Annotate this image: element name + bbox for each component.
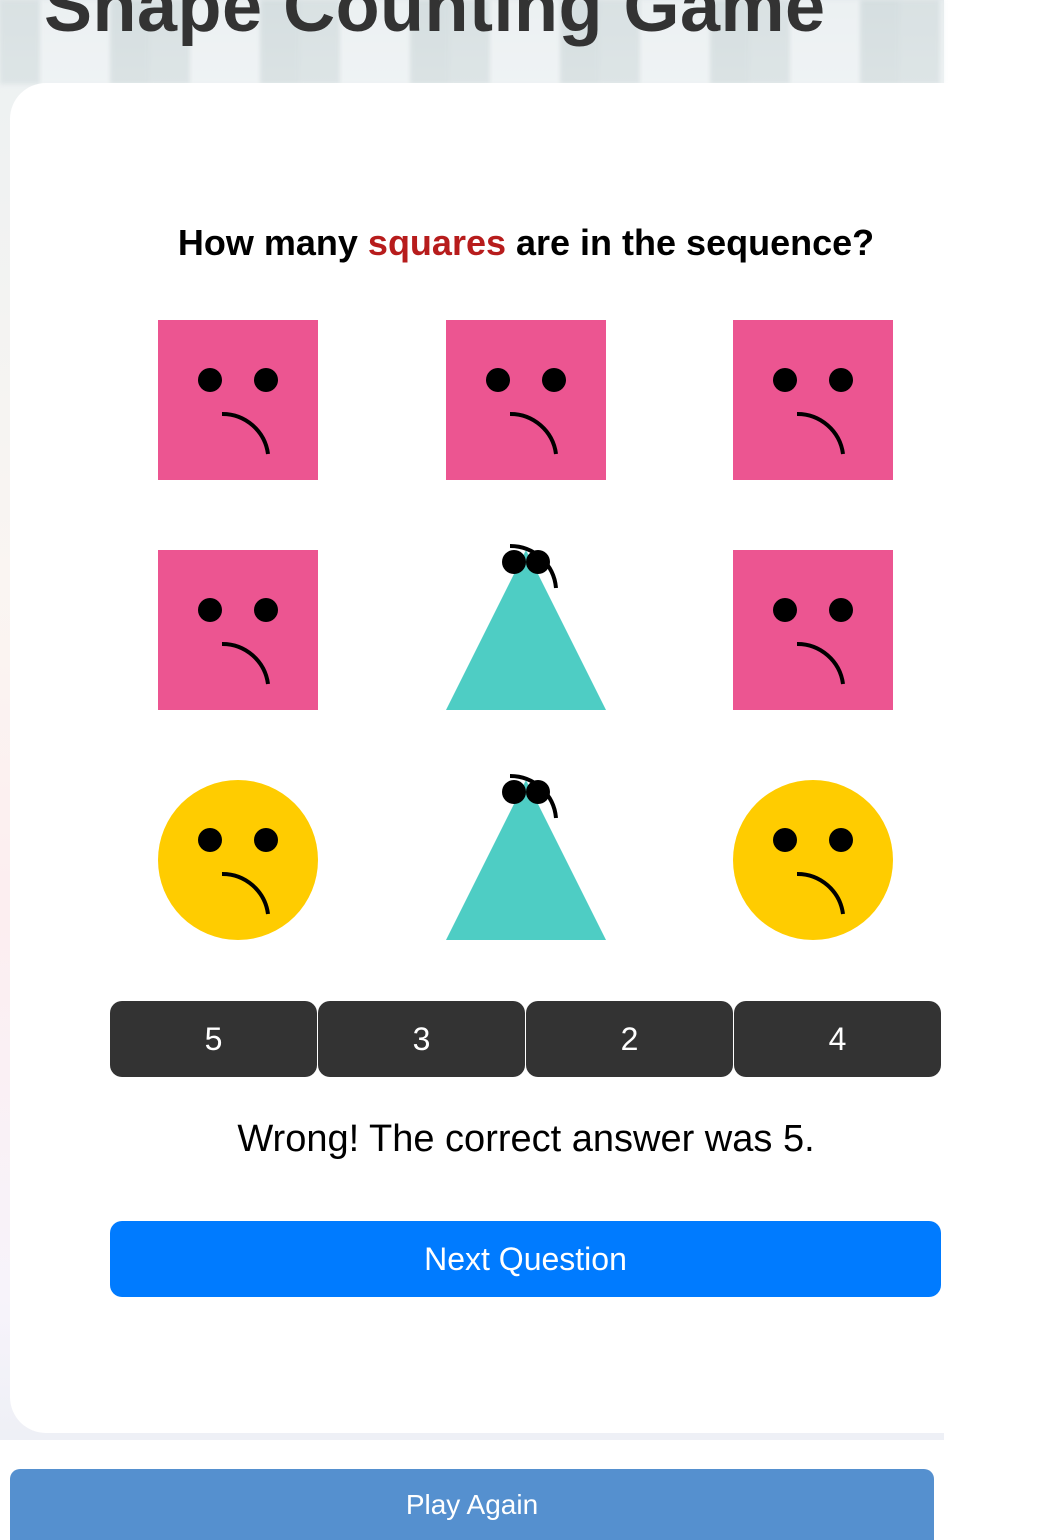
square-body <box>446 320 606 480</box>
circle-body <box>158 780 318 940</box>
square-body <box>158 320 318 480</box>
answer-options: 5 3 2 4 <box>110 1001 941 1077</box>
square-shape <box>158 550 318 710</box>
circle-shape <box>158 780 318 940</box>
right-eye <box>829 828 853 852</box>
circle-body <box>733 780 893 940</box>
triangle-shape <box>446 543 606 710</box>
answer-button[interactable]: 4 <box>734 1001 941 1077</box>
triangle-body <box>446 550 606 710</box>
square-body <box>158 550 318 710</box>
right-eye <box>254 828 278 852</box>
square-shape <box>733 550 893 710</box>
right-eye <box>254 368 278 392</box>
play-again-button[interactable]: Play Again <box>10 1469 934 1540</box>
left-eye <box>502 550 526 574</box>
answer-button[interactable]: 3 <box>318 1001 525 1077</box>
left-eye <box>198 598 222 622</box>
circle-shape <box>733 780 893 940</box>
square-body <box>733 320 893 480</box>
left-eye <box>773 828 797 852</box>
shape-grid <box>158 320 893 940</box>
feedback-message: Wrong! The correct answer was 5. <box>237 1118 815 1160</box>
right-eye <box>254 598 278 622</box>
left-eye <box>502 780 526 804</box>
square-shape <box>158 320 318 480</box>
answer-button[interactable]: 2 <box>526 1001 733 1077</box>
right-eye <box>542 368 566 392</box>
square-shape <box>446 320 606 480</box>
right-eye <box>829 368 853 392</box>
square-body <box>733 550 893 710</box>
answer-button[interactable]: 5 <box>110 1001 317 1077</box>
left-eye <box>773 598 797 622</box>
left-eye <box>486 368 510 392</box>
triangle-shape <box>446 773 606 940</box>
square-shape <box>733 320 893 480</box>
next-question-button[interactable]: Next Question <box>110 1221 941 1297</box>
left-eye <box>198 368 222 392</box>
triangle-body <box>446 780 606 940</box>
left-eye <box>773 368 797 392</box>
right-eye <box>829 598 853 622</box>
left-eye <box>198 828 222 852</box>
